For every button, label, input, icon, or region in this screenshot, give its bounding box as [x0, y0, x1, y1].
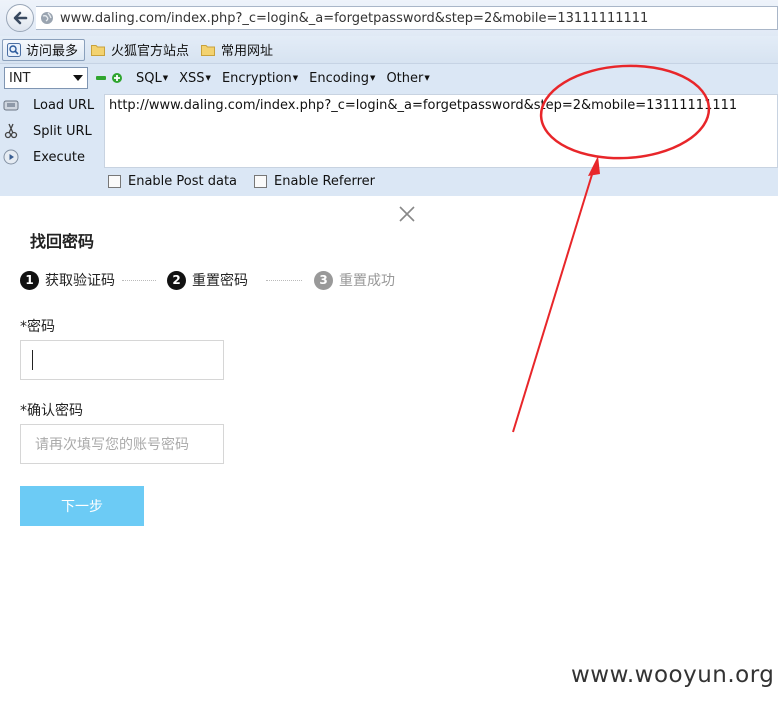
step-number: 3: [314, 270, 333, 290]
bookmark-common-sites[interactable]: 常用网址: [197, 39, 279, 61]
execute-button[interactable]: Execute: [0, 146, 100, 168]
menu-encryption[interactable]: Encryption ▼: [222, 71, 298, 86]
caret-down-icon: ▼: [292, 74, 299, 82]
step-divider: [266, 280, 302, 281]
hackbar-menu: INT SQL ▼ XSS ▼ Encryption ▼ Encoding ▼ Othe…: [0, 64, 778, 92]
execute-label: Execute: [33, 149, 85, 165]
menu-label: XSS: [179, 70, 205, 86]
caret-down-icon: ▼: [424, 74, 430, 82]
type-select[interactable]: INT: [4, 67, 88, 89]
menu-xss[interactable]: XSS ▼: [179, 71, 211, 86]
close-icon[interactable]: [397, 204, 417, 224]
caret-down-icon: ▼: [205, 74, 211, 82]
referrer-checkbox[interactable]: [254, 175, 268, 188]
password-input[interactable]: [20, 340, 224, 380]
bookmark-label: 访问最多: [26, 44, 79, 59]
load-url-icon: [3, 100, 19, 111]
back-arrow-icon: [13, 11, 28, 25]
menu-other[interactable]: Other ▼: [386, 71, 429, 86]
scissors-icon: [4, 123, 18, 139]
password-label: *密码: [20, 319, 55, 335]
plus-icon[interactable]: [112, 73, 122, 83]
hackbar-actions: Load URL Split URL Execute: [0, 92, 100, 172]
caret-down-icon: ▼: [162, 74, 169, 82]
bookmarks-bar: 访问最多 火狐官方站点 常用网址: [0, 36, 778, 64]
bookmark-most-visited[interactable]: 访问最多: [2, 38, 86, 61]
hackbar-panel: Load URL Split URL Execute http://www.da…: [0, 92, 778, 196]
screenshot-root: www.daling.com/index.php?_c=login&_a=for…: [0, 0, 778, 705]
bookmark-label: 常用网址: [221, 44, 274, 59]
play-icon: [3, 149, 19, 165]
address-bar: www.daling.com/index.php?_c=login&_a=for…: [0, 0, 778, 36]
menu-label: Encoding: [309, 70, 370, 86]
step-divider: [122, 280, 156, 281]
step-indicator: 1 获取验证码 2 重置密码 3 重置成功: [20, 270, 420, 290]
dialog-title: 找回密码: [30, 232, 95, 251]
confirm-password-input[interactable]: 请再次填写您的账号密码: [20, 424, 224, 464]
hackbar-options: Enable Post data Enable Referrer: [108, 174, 392, 189]
most-visited-icon: [7, 42, 21, 57]
text-cursor: [32, 350, 33, 370]
caret-down-icon: ▼: [370, 74, 376, 82]
split-url-label: Split URL: [33, 123, 92, 139]
back-button[interactable]: [6, 4, 34, 32]
folder-icon: [91, 44, 106, 56]
globe-icon: [41, 12, 53, 24]
menu-label: Encryption: [221, 70, 292, 86]
load-url-button[interactable]: Load URL: [0, 94, 100, 116]
enable-referrer-option[interactable]: Enable Referrer: [254, 174, 375, 189]
post-data-checkbox[interactable]: [108, 175, 121, 188]
step-label: 获取验证码: [45, 273, 115, 289]
type-select-value: INT: [9, 70, 31, 86]
step-number: 2: [167, 270, 186, 290]
chevron-down-icon: [73, 75, 83, 81]
annotation-arrow-line: [512, 167, 595, 433]
watermark: www.wooyun.org: [571, 662, 775, 688]
step-reset-success: 3 重置成功: [314, 270, 395, 290]
menu-label: SQL: [136, 70, 162, 86]
step-number: 1: [20, 270, 39, 290]
menu-label: Other: [386, 70, 424, 86]
post-data-label: Enable Post data: [128, 174, 238, 189]
load-url-label: Load URL: [33, 97, 95, 113]
url-field[interactable]: www.daling.com/index.php?_c=login&_a=for…: [36, 6, 778, 30]
step-get-code: 1 获取验证码: [20, 270, 115, 290]
step-reset-password: 2 重置密码: [167, 270, 248, 290]
menu-encoding[interactable]: Encoding ▼: [309, 71, 375, 86]
hackbar-url-textarea[interactable]: http://www.daling.com/index.php?_c=login…: [104, 94, 778, 168]
step-label: 重置密码: [192, 273, 248, 289]
minus-icon[interactable]: [96, 73, 106, 83]
split-url-button[interactable]: Split URL: [0, 120, 100, 142]
menu-sql[interactable]: SQL ▼: [136, 71, 168, 86]
bookmark-label: 火狐官方站点: [111, 44, 190, 59]
folder-icon: [201, 44, 216, 56]
url-text: www.daling.com/index.php?_c=login&_a=for…: [60, 10, 649, 26]
bookmark-firefox-official[interactable]: 火狐官方站点: [87, 39, 195, 61]
referrer-label: Enable Referrer: [274, 174, 375, 189]
step-label: 重置成功: [339, 273, 395, 289]
enable-post-data-option[interactable]: Enable Post data: [108, 174, 237, 189]
next-step-button[interactable]: 下一步: [20, 486, 144, 526]
confirm-password-label: *确认密码: [20, 403, 83, 419]
